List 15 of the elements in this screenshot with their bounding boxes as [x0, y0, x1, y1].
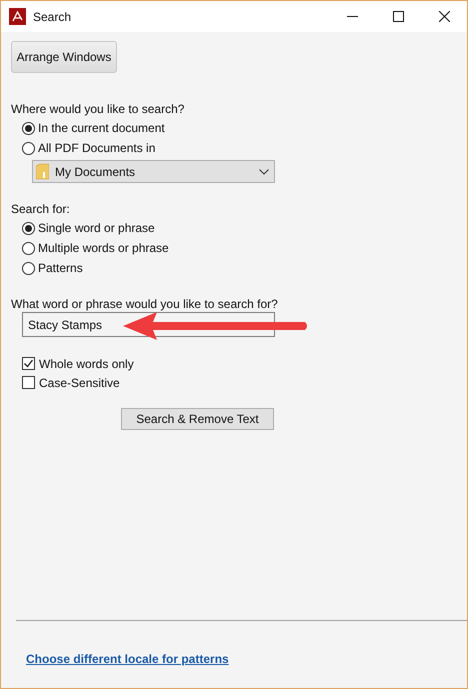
section-label: Where would you like to search? [11, 101, 186, 118]
radio-label: Patterns [38, 260, 83, 277]
checkbox-label: Case-Sensitive [39, 374, 120, 392]
checkbox-label: Whole words only [39, 356, 134, 372]
locale-link[interactable]: Choose different locale for patterns [26, 650, 457, 668]
section-label: Search for: [11, 201, 71, 218]
arrange-windows-button[interactable]: Arrange Windows [11, 41, 117, 73]
folder-dropdown[interactable]: My Documents [32, 160, 275, 183]
radio-label: Single word or phrase [38, 220, 155, 237]
search-remove-button[interactable]: Search & Remove Text [121, 408, 274, 430]
radio-label: All PDF Documents in [38, 140, 156, 157]
question-label: What word or phrase would you like to search for? [11, 296, 279, 312]
window-title: Search [33, 8, 72, 26]
radio-label: Multiple words or phrase [38, 240, 169, 257]
radio-label: In the current document [38, 120, 165, 137]
